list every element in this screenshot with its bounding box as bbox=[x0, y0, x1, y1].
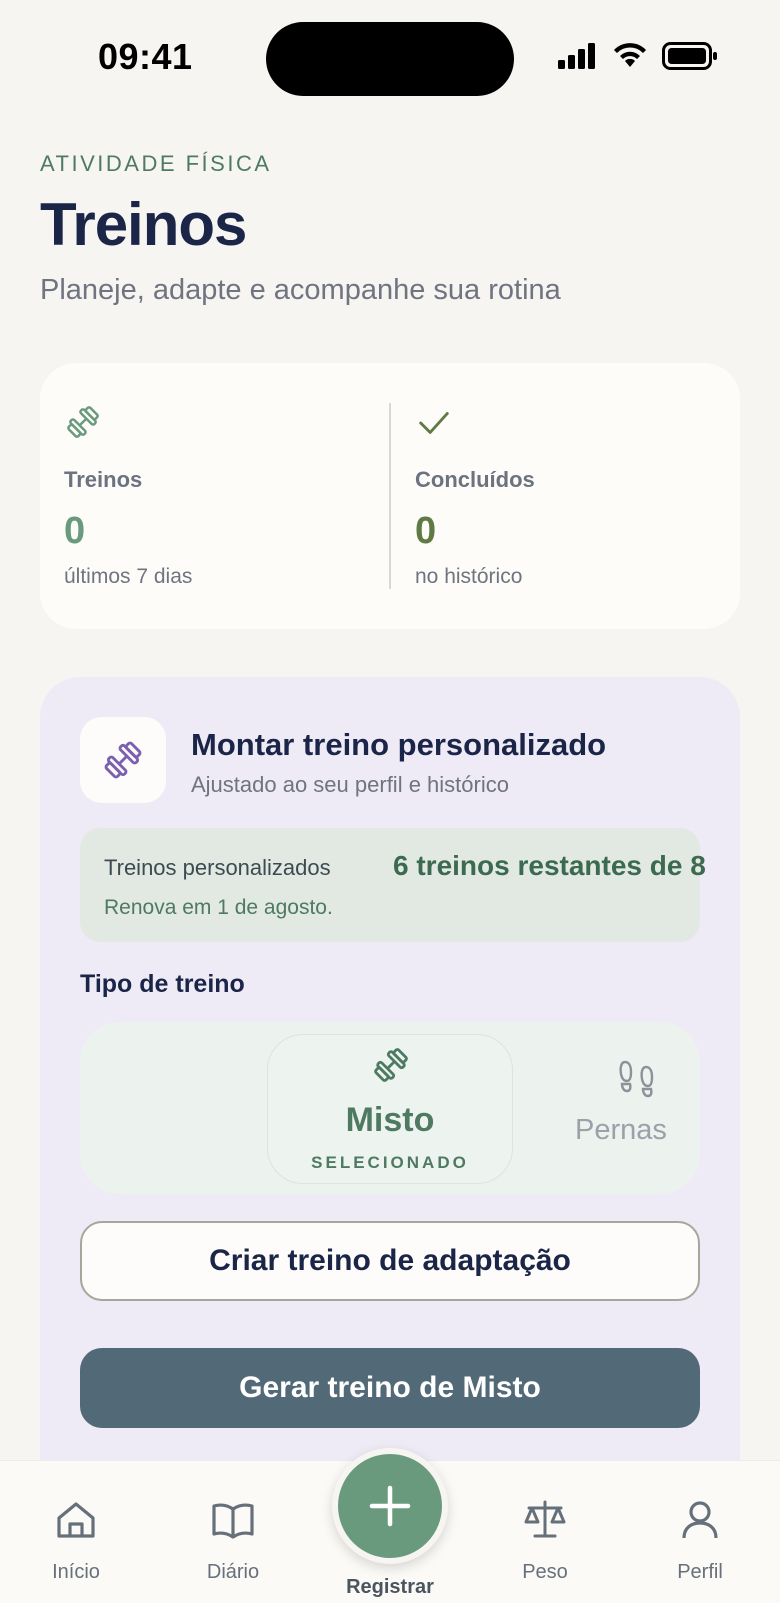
check-icon bbox=[419, 412, 449, 434]
section-eyebrow: ATIVIDADE FÍSICA bbox=[40, 151, 272, 176]
type-option-misto[interactable]: Misto SELECIONADO bbox=[267, 1034, 513, 1184]
wifi-icon bbox=[614, 43, 646, 67]
battery-icon bbox=[662, 42, 717, 70]
page-subtitle: Planeje, adapte e acompanhe sua rotina bbox=[40, 274, 561, 306]
quota-label: Treinos personalizados bbox=[104, 855, 331, 880]
dumbbell-icon bbox=[67, 406, 99, 438]
dynamic-island bbox=[266, 22, 514, 96]
stat-treinos: Treinos 0 últimos 7 dias bbox=[64, 363, 384, 629]
stat-concluidos: Concluídos 0 no histórico bbox=[415, 363, 715, 629]
tab-label: Perfil bbox=[677, 1561, 723, 1583]
tab-label: Início bbox=[52, 1561, 100, 1583]
tab-inicio[interactable]: Início bbox=[16, 1461, 136, 1603]
workout-type-carousel[interactable]: Misto SELECIONADO Pernas bbox=[80, 1022, 700, 1194]
dumbbell-icon bbox=[374, 1048, 408, 1082]
stat-label: Concluídos bbox=[415, 467, 535, 492]
stat-caption: últimos 7 dias bbox=[64, 565, 193, 588]
plus-icon bbox=[369, 1485, 411, 1527]
stat-label: Treinos bbox=[64, 467, 143, 492]
quota-renew-date: Renova em 1 de agosto. bbox=[104, 896, 333, 919]
home-icon bbox=[57, 1502, 95, 1538]
user-icon bbox=[682, 1501, 718, 1539]
status-time: 09:41 bbox=[98, 36, 193, 77]
create-adaptation-button[interactable]: Criar treino de adaptação bbox=[80, 1221, 700, 1301]
tab-peso[interactable]: Peso bbox=[485, 1461, 605, 1603]
register-label[interactable]: Registrar bbox=[330, 1576, 450, 1599]
footprints-icon bbox=[619, 1060, 654, 1098]
dumbbell-icon bbox=[104, 741, 142, 779]
quota-value: 6 treinos restantes de 8 bbox=[393, 850, 706, 881]
tab-diario[interactable]: Diário bbox=[173, 1461, 293, 1603]
type-selected-status: SELECIONADO bbox=[311, 1153, 469, 1172]
type-name: Pernas bbox=[575, 1114, 667, 1146]
page-title: Treinos bbox=[40, 191, 247, 258]
type-option-pernas[interactable]: Pernas bbox=[575, 1058, 700, 1168]
scale-icon bbox=[524, 1500, 566, 1538]
stat-caption: no histórico bbox=[415, 565, 523, 588]
quota-box: Treinos personalizados 6 treinos restant… bbox=[80, 828, 706, 942]
tab-label: Peso bbox=[522, 1561, 568, 1583]
register-fab[interactable] bbox=[332, 1448, 448, 1564]
type-heading: Tipo de treino bbox=[80, 970, 245, 998]
generate-workout-button[interactable]: Gerar treino de Misto bbox=[80, 1348, 700, 1428]
builder-subtitle: Ajustado ao seu perfil e histórico bbox=[191, 772, 509, 797]
builder-icon-box bbox=[80, 717, 166, 803]
status-bar: 09:41 bbox=[0, 0, 780, 120]
tab-label: Diário bbox=[206, 1561, 260, 1583]
status-icons bbox=[558, 42, 718, 70]
stat-value: 0 bbox=[415, 510, 437, 552]
book-icon bbox=[212, 1503, 254, 1539]
stats-divider bbox=[389, 403, 391, 589]
tab-perfil[interactable]: Perfil bbox=[640, 1461, 760, 1603]
stats-card: Treinos 0 últimos 7 dias Concluídos 0 no… bbox=[40, 363, 740, 629]
type-name: Misto bbox=[345, 1101, 435, 1139]
stat-value: 0 bbox=[64, 510, 86, 552]
signal-icon bbox=[558, 43, 595, 69]
builder-title: Montar treino personalizado bbox=[191, 727, 607, 762]
